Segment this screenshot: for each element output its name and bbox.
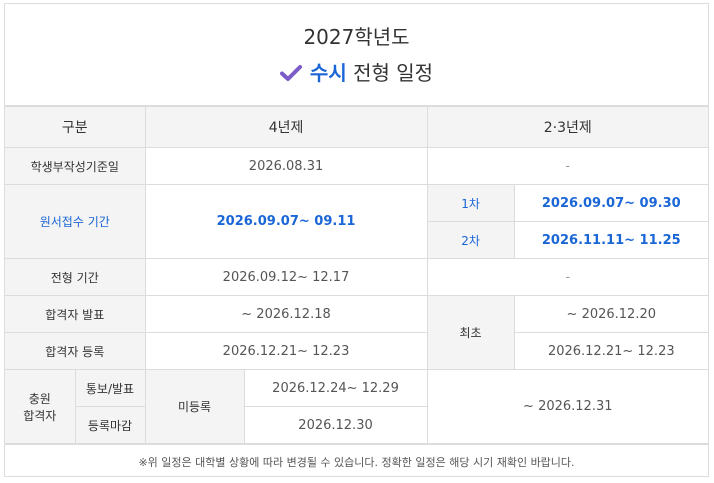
year-title: 2027학년도 bbox=[303, 25, 410, 49]
unregistered-label: 미등록 bbox=[144, 369, 245, 444]
notice-value: 2026.12.24~ 12.29 bbox=[243, 369, 428, 407]
header-two-three-year: 2·3년제 bbox=[426, 106, 709, 148]
registration-two: 2026.12.21~ 12.23 bbox=[513, 332, 709, 370]
screening-two: - bbox=[426, 258, 709, 296]
title-highlight: 수시 bbox=[309, 61, 347, 85]
row-label-screening: 전형 기간 bbox=[5, 258, 146, 296]
table-row: 합격자 등록 2026.12.21~ 12.23 2026.12.21~ 12.… bbox=[5, 332, 709, 370]
row-label-registration: 합격자 등록 bbox=[5, 332, 146, 370]
round2-value: 2026.11.11~ 11.25 bbox=[513, 221, 709, 259]
additional-label-line1: 충원 bbox=[28, 391, 51, 406]
table-row: 충원 합격자 통보/발표 미등록 2026.12.24~ 12.29 ~ 202… bbox=[5, 369, 709, 444]
base-date-two: - bbox=[426, 147, 709, 185]
announcement-two: ~ 2026.12.20 bbox=[513, 295, 709, 333]
table-row: 원서접수 기간 2026.09.07~ 09.11 1차 2026.09.07~… bbox=[5, 184, 709, 259]
base-date-four: 2026.08.31 bbox=[144, 147, 428, 185]
additional-label-line2: 합격자 bbox=[23, 408, 57, 423]
footer-note: ※위 일정은 대학별 상황에 따라 변경될 수 있습니다. 정확한 일정은 해당… bbox=[5, 444, 708, 481]
notice-label: 통보/발표 bbox=[74, 369, 146, 407]
header-four-year: 4년제 bbox=[144, 106, 428, 148]
check-icon bbox=[279, 65, 302, 81]
row-label-application: 원서접수 기간 bbox=[5, 184, 146, 259]
header-category: 구분 bbox=[5, 106, 146, 148]
announcement-four: ~ 2026.12.18 bbox=[144, 295, 428, 333]
row-label-announcement: 합격자 발표 bbox=[5, 295, 146, 333]
registration-four: 2026.12.21~ 12.23 bbox=[144, 332, 428, 370]
table-row: 합격자 발표 ~ 2026.12.18 최초 ~ 2026.12.20 bbox=[5, 295, 709, 370]
first-round-label: 최초 bbox=[426, 295, 515, 370]
additional-two: ~ 2026.12.31 bbox=[426, 369, 709, 444]
schedule-header: 2027학년도 수시 전형 일정 bbox=[5, 4, 708, 106]
table-row: 학생부작성기준일 2026.08.31 - bbox=[5, 147, 709, 185]
row-label-additional: 충원 합격자 bbox=[5, 369, 76, 444]
application-four: 2026.09.07~ 09.11 bbox=[144, 184, 428, 259]
round2-label: 2차 bbox=[427, 221, 515, 259]
schedule-table: 구분 4년제 2·3년제 학생부작성기준일 2026.08.31 - 원서접수 … bbox=[5, 106, 709, 444]
title-rest: 전형 일정 bbox=[353, 61, 434, 85]
round1-value: 2026.09.07~ 09.30 bbox=[513, 184, 709, 222]
round1-label: 1차 bbox=[426, 184, 515, 222]
row-label-base-date: 학생부작성기준일 bbox=[5, 147, 146, 185]
deadline-value: 2026.12.30 bbox=[243, 406, 428, 444]
deadline-label: 등록마감 bbox=[75, 406, 146, 444]
table-header-row: 구분 4년제 2·3년제 bbox=[5, 106, 709, 148]
table-row: 전형 기간 2026.09.12~ 12.17 - bbox=[5, 258, 709, 296]
schedule-panel: 2027학년도 수시 전형 일정 구분 4년제 2·3년제 학생부작성기준일 2… bbox=[4, 3, 709, 477]
page-title: 수시 전형 일정 bbox=[5, 58, 708, 88]
screening-four: 2026.09.12~ 12.17 bbox=[144, 258, 428, 296]
